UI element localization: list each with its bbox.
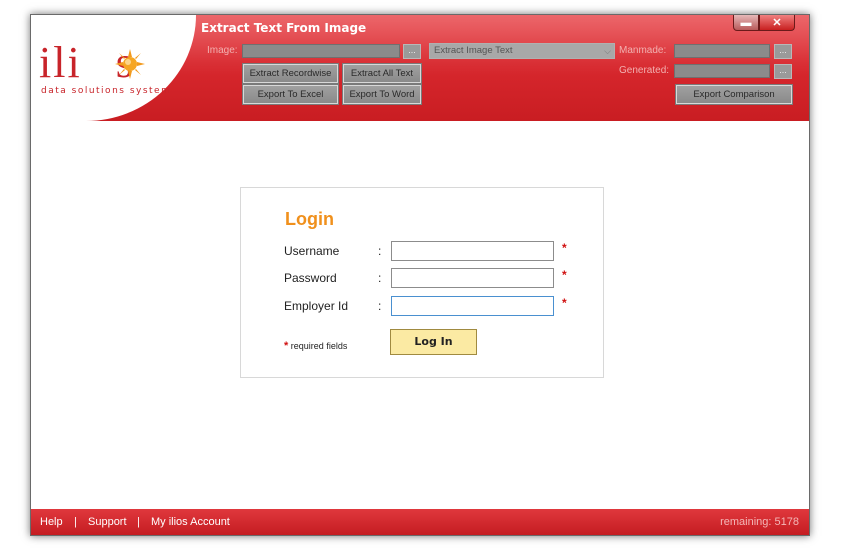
app-window: ilis data solutions system Extract Text	[30, 14, 810, 536]
generated-label: Generated:	[619, 65, 670, 76]
header-bar: ilis data solutions system Extract Text	[31, 15, 809, 121]
export-word-button[interactable]: Export To Word	[342, 84, 422, 105]
image-browse-button[interactable]: ...	[403, 44, 421, 59]
extract-all-text-button[interactable]: Extract All Text	[342, 63, 422, 84]
generated-browse-button[interactable]: ...	[774, 64, 792, 79]
extract-mode-value: Extract Image Text	[434, 45, 513, 56]
sun-icon	[115, 49, 145, 79]
footer-bar: Help | Support | My ilios Account remain…	[31, 509, 809, 535]
footer-separator: |	[74, 516, 77, 528]
logo-letters-left: ili	[39, 38, 82, 87]
employer-id-input[interactable]	[391, 296, 554, 316]
my-account-link[interactable]: My ilios Account	[151, 516, 230, 528]
export-comparison-button[interactable]: Export Comparison	[675, 84, 793, 105]
username-input[interactable]	[391, 241, 554, 261]
password-required-star: *	[562, 268, 567, 282]
login-panel: Login Username : * Password : * Employer…	[240, 187, 604, 378]
employer-id-required-star: *	[562, 296, 567, 310]
required-fields-note: * required fields	[284, 340, 347, 352]
username-required-star: *	[562, 241, 567, 255]
login-title: Login	[285, 209, 334, 229]
login-button[interactable]: Log In	[390, 329, 477, 355]
required-note-text: required fields	[290, 341, 348, 351]
close-button[interactable]: ✕	[759, 15, 795, 31]
extract-mode-select[interactable]: Extract Image Text ⌵	[429, 43, 615, 59]
footer-separator: |	[137, 516, 140, 528]
support-link[interactable]: Support	[88, 516, 127, 528]
chevron-down-icon: ⌵	[604, 46, 611, 56]
employer-id-label: Employer Id	[284, 299, 349, 313]
employer-id-colon: :	[378, 299, 382, 313]
generated-input[interactable]	[674, 64, 770, 78]
password-colon: :	[378, 271, 382, 285]
password-label: Password	[284, 271, 337, 285]
minimize-button[interactable]: ▬	[733, 15, 759, 31]
window-title: Extract Text From Image	[201, 21, 367, 35]
logo-panel: ilis data solutions system	[31, 15, 196, 121]
logo-tagline: data solutions system	[41, 86, 172, 96]
export-excel-button[interactable]: Export To Excel	[242, 84, 339, 105]
remaining-count: remaining: 5178	[720, 516, 799, 528]
image-label: Image:	[207, 45, 238, 56]
help-link[interactable]: Help	[40, 516, 63, 528]
close-icon: ✕	[772, 17, 782, 29]
extract-recordwise-button[interactable]: Extract Recordwise	[242, 63, 339, 84]
username-label: Username	[284, 244, 340, 258]
password-input[interactable]	[391, 268, 554, 288]
required-note-star: *	[284, 340, 289, 352]
manmade-browse-button[interactable]: ...	[774, 44, 792, 59]
window-controls: ▬ ✕	[733, 15, 795, 32]
manmade-input[interactable]	[674, 44, 770, 58]
minimize-icon: ▬	[740, 16, 752, 29]
image-path-input[interactable]	[242, 44, 400, 58]
username-colon: :	[378, 244, 382, 258]
manmade-label: Manmade:	[619, 45, 667, 56]
